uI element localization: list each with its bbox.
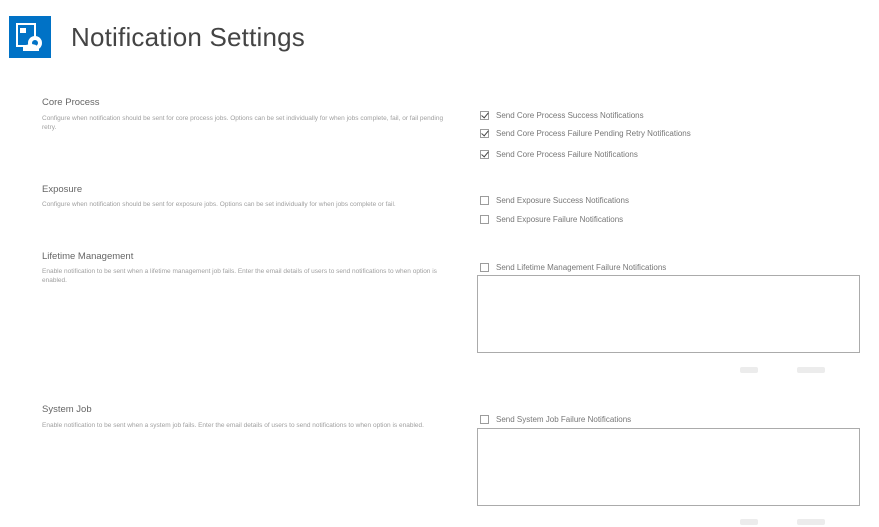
core-failure-label: Send Core Process Failure Notifications [496, 149, 638, 159]
core-process-description: Configure when notification should be se… [42, 115, 444, 131]
exposure-success-label: Send Exposure Success Notifications [496, 195, 629, 205]
exposure-success-option[interactable]: Send Exposure Success Notifications [480, 193, 629, 207]
lifetime-failure-option[interactable]: Send Lifetime Management Failure Notific… [480, 260, 666, 274]
lifetime-recipients-field[interactable] [477, 275, 860, 353]
system-check-names-button[interactable] [740, 519, 758, 525]
page-title: Notification Settings [71, 21, 305, 52]
core-success-option[interactable]: Send Core Process Success Notifications [480, 108, 644, 122]
system-job-title: System Job [42, 404, 92, 415]
sharepoint-settings-icon [9, 16, 51, 58]
exposure-failure-checkbox[interactable] [480, 214, 489, 224]
system-failure-label: Send System Job Failure Notifications [496, 414, 632, 424]
exposure-failure-option[interactable]: Send Exposure Failure Notifications [480, 212, 623, 226]
lifetime-browse-button[interactable] [797, 367, 825, 373]
core-failure-checkbox[interactable] [480, 149, 489, 159]
exposure-title: Exposure [42, 184, 83, 195]
lifetime-failure-label: Send Lifetime Management Failure Notific… [496, 262, 667, 272]
system-failure-checkbox[interactable] [480, 414, 489, 424]
notification-settings-page: Notification Settings Core Process Confi… [0, 0, 879, 527]
system-job-description: Enable notification to be sent when a sy… [42, 422, 424, 429]
lifetime-failure-checkbox[interactable] [480, 262, 489, 272]
lifetime-management-description: Enable notification to be sent when a li… [42, 268, 437, 284]
core-success-checkbox[interactable] [480, 110, 489, 120]
system-recipients-field[interactable] [477, 428, 860, 506]
exposure-description: Configure when notification should be se… [42, 201, 396, 208]
core-success-label: Send Core Process Success Notifications [496, 110, 644, 120]
system-browse-button[interactable] [797, 519, 825, 525]
core-pending-retry-label: Send Core Process Failure Pending Retry … [496, 128, 691, 138]
exposure-failure-label: Send Exposure Failure Notifications [496, 214, 624, 224]
core-failure-option[interactable]: Send Core Process Failure Notifications [480, 147, 638, 161]
core-process-title: Core Process [42, 97, 100, 108]
lifetime-management-title: Lifetime Management [42, 251, 134, 262]
core-pending-retry-option[interactable]: Send Core Process Failure Pending Retry … [480, 126, 691, 140]
core-pending-retry-checkbox[interactable] [480, 128, 489, 138]
lifetime-check-names-button[interactable] [740, 367, 758, 373]
exposure-success-checkbox[interactable] [480, 195, 489, 205]
system-failure-option[interactable]: Send System Job Failure Notifications [480, 412, 631, 426]
page-header: Notification Settings [9, 12, 305, 62]
